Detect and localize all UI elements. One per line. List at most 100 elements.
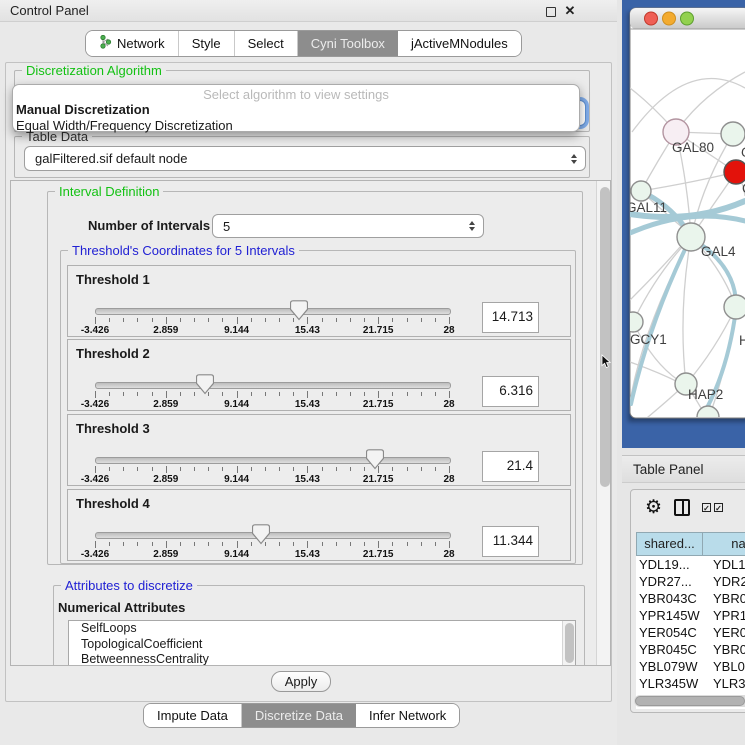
settings-scrollbar-thumb[interactable] <box>600 187 610 487</box>
list-scrollbar-thumb[interactable] <box>565 623 574 663</box>
table-cell-name[interactable]: YBR0 <box>703 641 745 658</box>
tab-style[interactable]: Style <box>179 31 235 56</box>
column-header-shared[interactable]: shared... <box>636 532 703 556</box>
tab-label: Select <box>248 36 284 51</box>
threshold-value-field[interactable]: 21.4 <box>482 451 539 482</box>
column-header-name[interactable]: name <box>703 532 745 556</box>
slider-handle[interactable] <box>290 300 308 321</box>
tick-label: -3.426 <box>65 549 125 560</box>
table-data-selected-value: galFiltered.sif default node <box>35 151 187 166</box>
threshold-value-field[interactable]: 14.713 <box>482 302 539 333</box>
tab-infer-network[interactable]: Infer Network <box>356 704 459 727</box>
slider-handle[interactable] <box>196 374 214 395</box>
network-view[interactable]: GAL80GACGAL11GAL4GCY1HHAP2 <box>622 0 745 448</box>
network-node-label: H <box>739 333 745 348</box>
numerical-attributes-list[interactable]: SelfLoopsTopologicalCoefficientBetweenne… <box>68 620 576 666</box>
list-scrollbar[interactable] <box>562 621 575 666</box>
tick-label: 28 <box>419 325 479 336</box>
table-cell-shared[interactable]: YPR145W <box>636 607 703 624</box>
select-none-checkbox[interactable]: ✓ <box>714 503 723 512</box>
table-cell-shared[interactable]: YER054C <box>636 624 703 641</box>
tab-label: Cyni Toolbox <box>311 36 385 51</box>
split-columns-button[interactable] <box>674 499 690 516</box>
threshold-value-field[interactable]: 6.316 <box>482 376 539 407</box>
table-data-combobox[interactable]: galFiltered.sif default node <box>24 146 586 171</box>
tick-label: 2.859 <box>136 474 196 485</box>
tab-label: Style <box>192 36 221 51</box>
close-panel-button[interactable]: ✕ <box>563 3 577 19</box>
table-cell-name[interactable]: YER0 <box>703 624 745 641</box>
thresholds-group-label: Threshold's Coordinates for 5 Intervals <box>68 243 299 258</box>
network-node-label: GCY1 <box>630 332 667 347</box>
tick-label: 15.43 <box>277 474 337 485</box>
tick-label: -3.426 <box>65 325 125 336</box>
control-panel-title: Control Panel <box>10 3 89 18</box>
attribute-list-item[interactable]: BetweennessCentrality <box>69 652 575 666</box>
window-close-icon[interactable] <box>645 12 658 25</box>
settings-scrollbar[interactable] <box>596 181 611 666</box>
table-panel-titlebar: Table Panel <box>622 455 745 483</box>
threshold-slider-track[interactable] <box>95 532 451 539</box>
dropdown-option-manual[interactable]: Manual Discretization <box>13 102 579 118</box>
tick-label: 2.859 <box>136 325 196 336</box>
tick-label: 9.144 <box>207 474 267 485</box>
tick-label: 9.144 <box>207 325 267 336</box>
table-cell-name[interactable]: YBR0 <box>703 590 745 607</box>
table-cell-shared[interactable]: YDR27... <box>636 573 703 590</box>
threshold-label: Threshold 3 <box>76 421 150 436</box>
table-cell-name[interactable]: YDR2 <box>703 573 745 590</box>
table-cell-shared[interactable]: YBL079W <box>636 658 703 675</box>
window-minimize-icon[interactable] <box>663 12 676 25</box>
tick-label: 28 <box>419 474 479 485</box>
tab-network[interactable]: Network <box>86 31 179 56</box>
table-cell-shared[interactable]: YDL19... <box>636 556 703 573</box>
table-cell-name[interactable]: YPR1 <box>703 607 745 624</box>
attribute-list-item[interactable]: SelfLoops <box>69 621 575 637</box>
table-cell-shared[interactable]: YBR043C <box>636 590 703 607</box>
top-tab-bar: Network Style Select Cyni Toolbox jActiveMNo… <box>85 30 522 57</box>
dropdown-option-equal-width[interactable]: Equal Width/Frequency Discretization <box>13 118 579 134</box>
tick-label: 28 <box>419 549 479 560</box>
apply-button[interactable]: Apply <box>271 671 331 692</box>
slider-handle[interactable] <box>252 524 270 545</box>
network-node-label: GAL4 <box>701 244 736 259</box>
tab-discretize-data[interactable]: Discretize Data <box>242 704 356 727</box>
attribute-list-item[interactable]: TopologicalCoefficient <box>69 637 575 653</box>
threshold-4-row: Threshold 4 -3.4262.8599.14415.4321.7152… <box>67 489 571 561</box>
threshold-label: Threshold 1 <box>76 272 150 287</box>
checkbox-icon: ✓ <box>703 504 710 513</box>
table-horizontal-scrollbar[interactable] <box>634 695 745 707</box>
attributes-group-label: Attributes to discretize <box>61 578 197 593</box>
window-zoom-icon[interactable] <box>681 12 694 25</box>
slider-handle[interactable] <box>366 449 384 470</box>
threshold-slider-track[interactable] <box>95 457 451 464</box>
table-gear-button[interactable]: ⚙ <box>645 498 662 518</box>
number-of-intervals-combobox[interactable]: 5 <box>212 214 484 238</box>
table-cell-shared[interactable]: YBR045C <box>636 641 703 658</box>
table-scrollbar-thumb[interactable] <box>635 696 745 706</box>
dropdown-placeholder-option[interactable]: Select algorithm to view settings <box>13 87 579 102</box>
threshold-value-field[interactable]: 11.344 <box>482 526 539 557</box>
network-node-gal11[interactable] <box>631 181 651 201</box>
table-cell-name[interactable]: YLR3 <box>703 675 745 692</box>
tab-jactivemnodules[interactable]: jActiveMNodules <box>398 31 521 56</box>
table-cell-shared[interactable]: YLR345W <box>636 675 703 692</box>
interval-definition-group: Interval Definition Number of Intervals … <box>47 191 583 565</box>
checkbox-icon: ✓ <box>715 504 722 513</box>
network-node-gal80-neighbor[interactable] <box>721 122 745 146</box>
tab-label: jActiveMNodules <box>411 36 508 51</box>
network-node-h-node[interactable] <box>724 295 745 319</box>
float-window-button[interactable] <box>546 7 556 17</box>
tab-cyni-toolbox[interactable]: Cyni Toolbox <box>298 31 398 56</box>
tick-label: 15.43 <box>277 549 337 560</box>
table-cell-name[interactable]: YBL0 <box>703 658 745 675</box>
table-cell-name[interactable]: YDL1 <box>703 556 745 573</box>
tick-label: 21.715 <box>348 474 408 485</box>
tab-select[interactable]: Select <box>235 31 298 56</box>
tab-impute-data[interactable]: Impute Data <box>144 704 242 727</box>
threshold-slider-track[interactable] <box>95 382 451 389</box>
threshold-slider-track[interactable] <box>95 308 451 315</box>
table-panel-title: Table Panel <box>633 462 704 477</box>
select-all-checkbox[interactable]: ✓ <box>702 503 711 512</box>
tick-label: 21.715 <box>348 399 408 410</box>
